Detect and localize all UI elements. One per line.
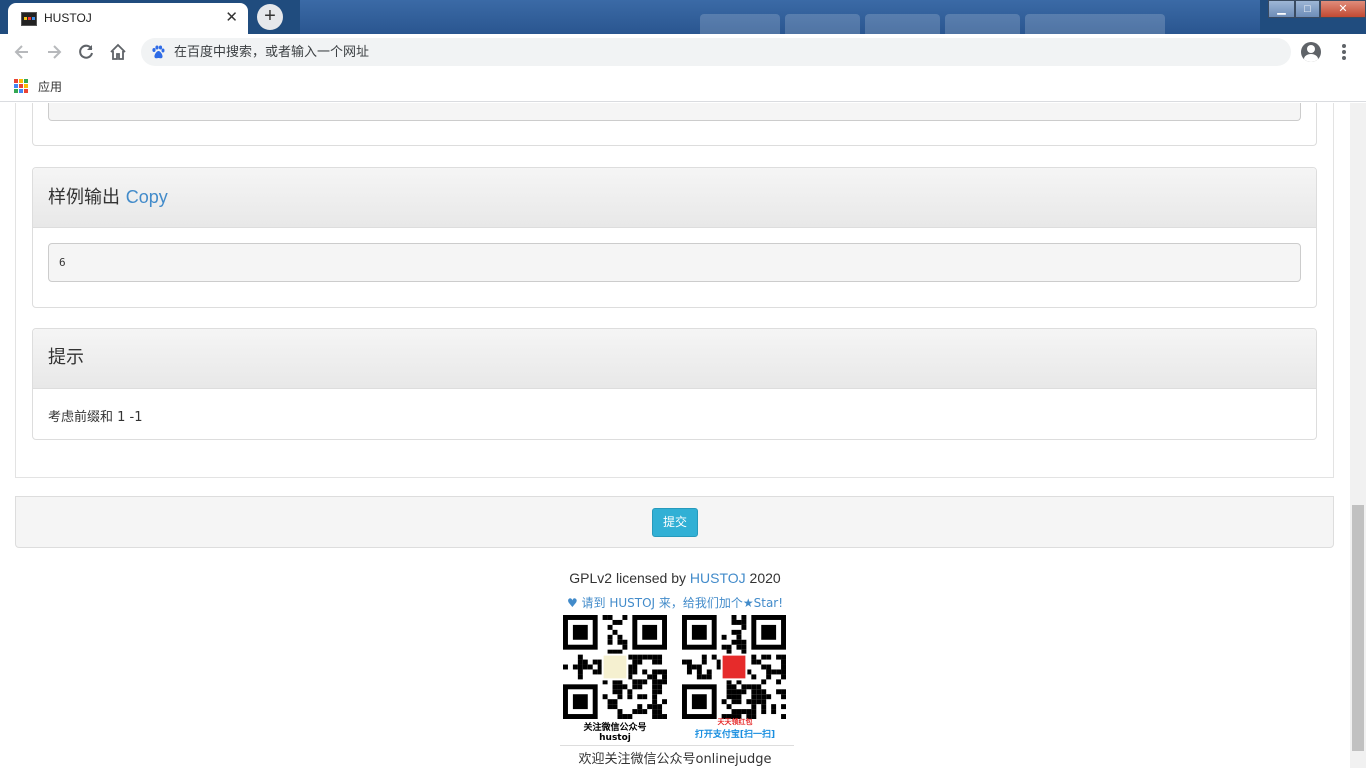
wechat-qr-code-icon xyxy=(563,615,667,719)
sample-input-panel xyxy=(32,103,1317,146)
license-prefix: GPLv2 licensed by xyxy=(569,570,690,586)
alipay-qr-code-icon xyxy=(682,615,786,719)
scrollbar-thumb[interactable] xyxy=(1352,505,1364,751)
copy-link[interactable]: Copy xyxy=(126,187,168,207)
hint-heading: 提示 xyxy=(33,329,1316,389)
hint-text: 考虑前缀和 1 -1 xyxy=(48,410,143,425)
sample-output-box: 6 xyxy=(48,243,1301,282)
background-window-tab xyxy=(945,14,1020,34)
address-input[interactable] xyxy=(174,42,1074,62)
license-year: 2020 xyxy=(745,570,781,586)
home-icon[interactable] xyxy=(106,40,130,64)
license-line: GPLv2 licensed by HUSTOJ 2020 xyxy=(0,570,1350,586)
browser-toolbar xyxy=(0,34,1366,70)
sample-output-panel: 样例输出 Copy 6 xyxy=(32,167,1317,308)
qr-left-caption-line2: hustoj xyxy=(599,733,631,743)
submit-button[interactable]: 提交 xyxy=(652,508,698,537)
background-window-tab xyxy=(1025,14,1165,34)
browser-titlebar: HUSTOJ ✕ + ▁ □ ✕ xyxy=(0,0,1366,34)
forward-icon[interactable] xyxy=(42,40,66,64)
tab-close-icon[interactable]: ✕ xyxy=(225,9,238,27)
apps-shortcut[interactable]: 应用 xyxy=(14,78,62,94)
sample-input-box xyxy=(48,103,1301,121)
star-link[interactable]: ♥ 请到 HUSTOJ 来，给我们加个★Star! xyxy=(0,594,1350,611)
window-controls: ▁ □ ✕ xyxy=(1268,0,1366,20)
hustoj-favicon-icon xyxy=(21,12,37,26)
apps-grid-icon xyxy=(14,79,28,93)
back-icon[interactable] xyxy=(10,40,34,64)
address-bar[interactable] xyxy=(141,38,1291,66)
qr-left-caption-line1: 关注微信公众号 xyxy=(583,723,647,733)
bookmarks-bar: 应用 xyxy=(0,70,1366,102)
page-scrollbar[interactable] xyxy=(1350,103,1366,768)
minimize-button[interactable]: ▁ xyxy=(1268,0,1295,18)
qr-left-caption: 关注微信公众号 hustoj xyxy=(560,720,670,743)
apps-label: 应用 xyxy=(38,79,63,94)
hint-title: 提示 xyxy=(48,347,84,368)
submit-bar: 提交 xyxy=(15,496,1334,548)
hint-panel: 提示 考虑前缀和 1 -1 xyxy=(32,328,1317,440)
background-window-tab xyxy=(785,14,860,34)
qr-right-caption-line1: 天天领红包 xyxy=(717,718,753,726)
new-tab-button[interactable]: + xyxy=(257,4,283,30)
menu-icon[interactable] xyxy=(1336,42,1352,62)
sample-output-value: 6 xyxy=(59,256,66,269)
page-viewport: 样例输出 Copy 6 提示 考虑前缀和 1 -1 提交 GPLv2 licen… xyxy=(0,103,1350,768)
reload-icon[interactable] xyxy=(74,40,98,64)
sample-output-heading: 样例输出 Copy xyxy=(33,168,1316,228)
footer-divider xyxy=(560,745,794,746)
qr-right-caption: 天天领红包 打开支付宝[扫一扫] xyxy=(680,717,790,740)
background-window-tab xyxy=(700,14,780,34)
browser-tab-active[interactable]: HUSTOJ ✕ xyxy=(8,3,248,34)
sample-output-title: 样例输出 xyxy=(48,187,120,208)
background-window-tab xyxy=(865,14,940,34)
qr-right-caption-line2: 打开支付宝[扫一扫] xyxy=(694,730,776,740)
hustoj-link[interactable]: HUSTOJ xyxy=(690,570,746,586)
tab-title: HUSTOJ xyxy=(44,11,92,25)
baidu-paw-icon xyxy=(152,45,165,59)
profile-icon[interactable] xyxy=(1301,42,1321,62)
maximize-button[interactable]: □ xyxy=(1295,0,1320,18)
welcome-text: 欢迎关注微信公众号onlinejudge xyxy=(578,752,772,767)
close-window-button[interactable]: ✕ xyxy=(1320,0,1366,18)
